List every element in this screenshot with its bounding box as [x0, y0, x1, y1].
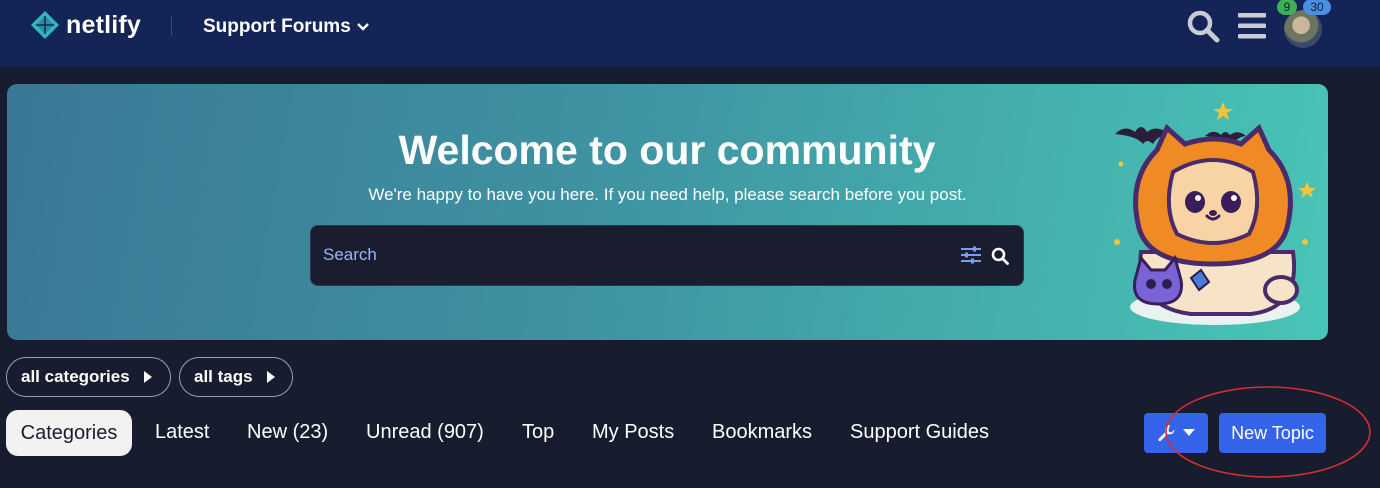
netlify-logo-icon: [31, 11, 59, 39]
site-header: netlify Support Forums 9 30: [0, 0, 1380, 67]
nav-item-top[interactable]: Top: [522, 421, 554, 444]
forum-title-dropdown[interactable]: Support Forums: [203, 16, 369, 38]
hamburger-menu-icon[interactable]: [1238, 13, 1266, 39]
chevron-down-icon: [356, 23, 369, 31]
nav-item-support-guides[interactable]: Support Guides: [850, 421, 989, 444]
notification-badge-green[interactable]: 9: [1277, 0, 1297, 15]
forum-title-label: Support Forums: [203, 16, 351, 37]
nav-item-new[interactable]: New (23): [247, 421, 328, 444]
netlify-logo[interactable]: netlify: [30, 10, 141, 40]
all-tags-label: all tags: [194, 367, 253, 386]
nav-item-latest[interactable]: Latest: [155, 421, 209, 444]
nav-item-bookmarks[interactable]: Bookmarks: [712, 421, 812, 444]
filter-sliders-icon[interactable]: [961, 246, 981, 264]
caret-right-icon: [266, 371, 275, 383]
annotation-circle: [1165, 386, 1371, 478]
nav-item-categories[interactable]: Categories: [6, 410, 132, 456]
welcome-banner: Welcome to our community We're happy to …: [7, 84, 1328, 340]
brand-name: netlify: [66, 10, 142, 39]
caret-right-icon: [143, 371, 152, 383]
all-categories-label: all categories: [21, 367, 130, 386]
search-input[interactable]: Search: [310, 225, 1024, 286]
search-placeholder: Search: [323, 245, 377, 264]
search-submit-icon[interactable]: [991, 247, 1009, 265]
search-icon[interactable]: [1186, 9, 1220, 43]
all-categories-dropdown[interactable]: all categories: [6, 357, 171, 397]
header-divider: [171, 16, 172, 36]
halloween-mascot-illustration: [1114, 102, 1315, 325]
nav-item-unread[interactable]: Unread (907): [366, 421, 484, 444]
nav-item-my-posts[interactable]: My Posts: [592, 421, 674, 444]
all-tags-dropdown[interactable]: all tags: [179, 357, 293, 397]
user-avatar[interactable]: [1284, 10, 1322, 48]
notification-badge-blue[interactable]: 30: [1303, 0, 1331, 15]
